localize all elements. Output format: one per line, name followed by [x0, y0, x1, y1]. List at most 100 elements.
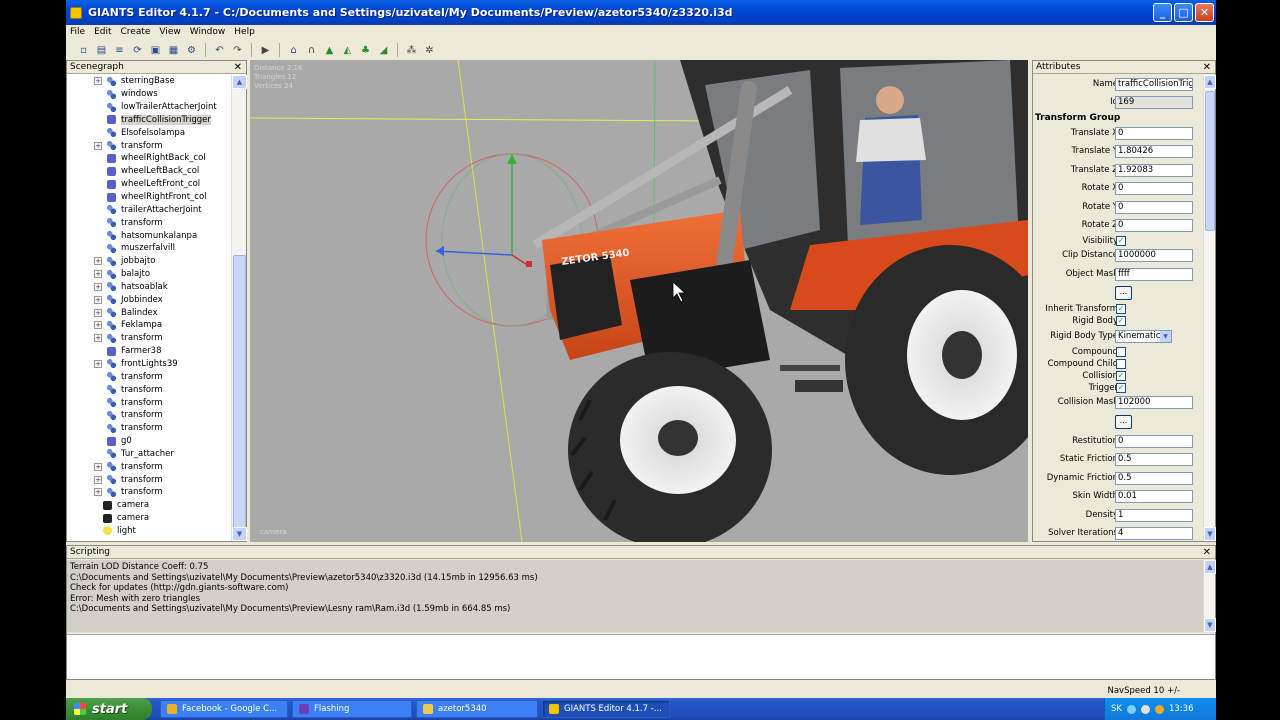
taskbar-task[interactable]: Facebook - Google C...: [160, 700, 288, 718]
language-indicator[interactable]: SK: [1111, 704, 1122, 714]
snap-icon[interactable]: ✲: [422, 43, 437, 58]
tree-item[interactable]: trailerAttacherJoint: [67, 203, 232, 216]
script-output-scrollbar[interactable]: ▲ ▼: [1203, 560, 1216, 632]
close-icon[interactable]: ✕: [1203, 546, 1211, 559]
collision-mask-field[interactable]: 102000: [1115, 396, 1193, 409]
compound-checkbox[interactable]: [1116, 347, 1126, 357]
expand-icon[interactable]: +: [94, 141, 102, 150]
expand-icon[interactable]: +: [94, 334, 102, 343]
density-field[interactable]: 1: [1115, 509, 1193, 522]
minimize-button[interactable]: _: [1153, 3, 1172, 22]
menu-edit[interactable]: Edit: [94, 27, 111, 37]
menu-file[interactable]: File: [70, 27, 85, 37]
expand-icon[interactable]: +: [94, 282, 102, 291]
tree-item[interactable]: wheelRightBack_col: [67, 152, 232, 165]
solver-iterations-field[interactable]: 4: [1115, 527, 1193, 540]
terrain-paint-icon[interactable]: ◭: [340, 43, 355, 58]
skin-width-field[interactable]: 0.01: [1115, 490, 1193, 503]
scroll-up-icon[interactable]: ▲: [232, 75, 247, 89]
tree-item[interactable]: trafficCollisionTrigger: [67, 114, 232, 127]
grid-icon[interactable]: ⁂: [404, 43, 419, 58]
tree-item[interactable]: + transform: [67, 332, 232, 345]
start-button[interactable]: start: [66, 698, 152, 720]
menu-view[interactable]: View: [159, 27, 180, 37]
expand-icon[interactable]: +: [94, 321, 102, 330]
expand-icon[interactable]: +: [94, 308, 102, 317]
rotate-y-field[interactable]: 0: [1115, 201, 1193, 214]
visibility-checkbox[interactable]: ✓: [1116, 236, 1126, 246]
select-icon[interactable]: ⌂: [286, 43, 301, 58]
reload-icon[interactable]: ⟳: [130, 43, 145, 58]
scroll-up-icon[interactable]: ▲: [1204, 560, 1216, 574]
tree-item[interactable]: windows: [67, 88, 232, 101]
scroll-thumb[interactable]: [233, 255, 246, 530]
expand-icon[interactable]: +: [94, 475, 102, 484]
tree-item[interactable]: + transform: [67, 473, 232, 486]
tree-item[interactable]: muszerfalvill: [67, 242, 232, 255]
scroll-down-icon[interactable]: ▼: [1204, 618, 1216, 632]
save-all-icon[interactable]: ▦: [166, 43, 181, 58]
compound-child-checkbox[interactable]: [1116, 359, 1126, 369]
tree-item[interactable]: transform: [67, 396, 232, 409]
static-friction-field[interactable]: 0.5: [1115, 453, 1193, 466]
clip-distance-field[interactable]: 1000000: [1115, 249, 1193, 262]
tree-item[interactable]: g0: [67, 435, 232, 448]
translate-x-field[interactable]: 0: [1115, 127, 1193, 140]
tree-item[interactable]: + transform: [67, 139, 232, 152]
play-icon[interactable]: ▶: [258, 43, 273, 58]
tree-item[interactable]: camera: [67, 512, 232, 525]
rigid-body-checkbox[interactable]: ✓: [1116, 316, 1126, 326]
redo-icon[interactable]: ↷: [230, 43, 245, 58]
close-icon[interactable]: ✕: [234, 61, 242, 74]
expand-icon[interactable]: +: [94, 295, 102, 304]
tree-item[interactable]: + sterringBase: [67, 75, 232, 88]
tree-item[interactable]: hatsomunkalanpa: [67, 229, 232, 242]
tree-item[interactable]: transform: [67, 216, 232, 229]
tree-item[interactable]: transform: [67, 370, 232, 383]
3d-viewport[interactable]: ZETOR 5340 Distance 2.16 Triangles 12 Ve…: [250, 60, 1028, 542]
tool-icon[interactable]: ⚙: [184, 43, 199, 58]
new-icon[interactable]: ▫: [76, 43, 91, 58]
expand-icon[interactable]: +: [94, 77, 102, 86]
script-input[interactable]: [67, 634, 1215, 679]
taskbar-task[interactable]: azetor5340: [416, 700, 538, 718]
close-icon[interactable]: ✕: [1203, 61, 1211, 74]
scroll-up-icon[interactable]: ▲: [1204, 75, 1216, 89]
menu-create[interactable]: Create: [121, 27, 151, 37]
undo-icon[interactable]: ↶: [212, 43, 227, 58]
attributes-scrollbar[interactable]: ▲ ▼: [1203, 75, 1216, 541]
foliage-icon[interactable]: ♣: [358, 43, 373, 58]
tree-item[interactable]: + Balindex: [67, 306, 232, 319]
expand-icon[interactable]: +: [94, 462, 102, 471]
menu-window[interactable]: Window: [190, 27, 226, 37]
inherit-transform-checkbox[interactable]: ✓: [1116, 304, 1126, 314]
tree-item[interactable]: lowTrailerAttacherJoint: [67, 101, 232, 114]
network-icon[interactable]: [1126, 704, 1136, 714]
title-bar[interactable]: GIANTS Editor 4.1.7 - C:/Documents and S…: [66, 0, 1216, 25]
tree-item[interactable]: + balajto: [67, 268, 232, 281]
tree-item[interactable]: + transform: [67, 486, 232, 499]
rotate-x-field[interactable]: 0: [1115, 182, 1193, 195]
taskbar-task[interactable]: GIANTS Editor 4.1.7 -...: [542, 700, 670, 718]
collision-checkbox[interactable]: ✓: [1116, 371, 1126, 381]
scroll-down-icon[interactable]: ▼: [232, 527, 247, 541]
translate-z-field[interactable]: 1.92083: [1115, 164, 1193, 177]
tree-item[interactable]: light: [67, 525, 232, 538]
terrain-sculpt-icon[interactable]: ◢: [376, 43, 391, 58]
tree-item[interactable]: + hatsoablak: [67, 281, 232, 294]
rigid-body-type-select[interactable]: Kinematic ▼: [1115, 330, 1172, 343]
dynamic-friction-field[interactable]: 0.5: [1115, 472, 1193, 485]
trigger-checkbox[interactable]: ✓: [1116, 383, 1126, 393]
tree-item[interactable]: + Feklampa: [67, 319, 232, 332]
object-mask-button[interactable]: ...: [1115, 286, 1132, 300]
tree-item[interactable]: Tur_attacher: [67, 447, 232, 460]
tree-item[interactable]: Elsofelsolampa: [67, 126, 232, 139]
terrain-icon[interactable]: ▲: [322, 43, 337, 58]
list-icon[interactable]: ≡: [112, 43, 127, 58]
tree-item[interactable]: + jobbajto: [67, 255, 232, 268]
expand-icon[interactable]: +: [94, 359, 102, 368]
scroll-down-icon[interactable]: ▼: [1204, 527, 1216, 541]
expand-icon[interactable]: +: [94, 257, 102, 266]
tree-item[interactable]: wheelLeftFront_col: [67, 178, 232, 191]
save-icon[interactable]: ▣: [148, 43, 163, 58]
